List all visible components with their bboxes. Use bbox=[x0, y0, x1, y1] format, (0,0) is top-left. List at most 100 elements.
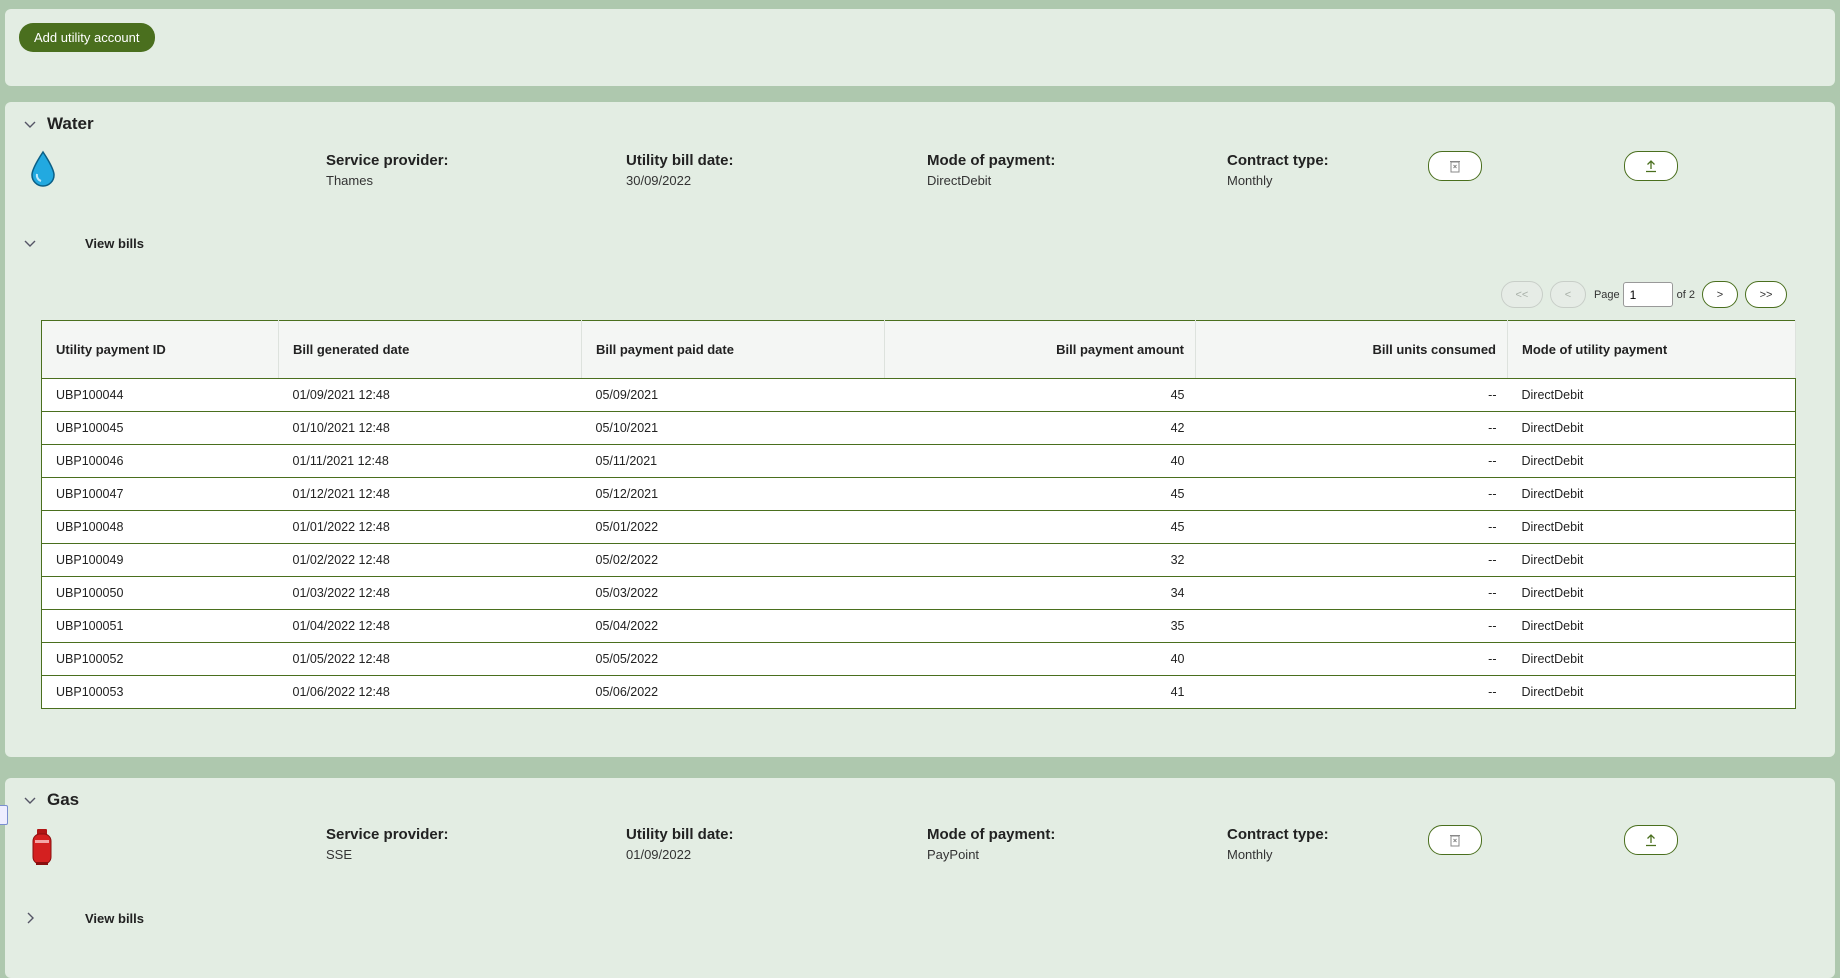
cell-mode-of-utility-payment: DirectDebit bbox=[1521, 685, 1584, 699]
table-row[interactable]: UBP100044 01/09/2021 12:48 05/09/2021 45 -- D… bbox=[41, 378, 1796, 412]
col-mode-of-utility-payment[interactable]: Mode of utility payment bbox=[1507, 320, 1796, 379]
view-bills-label: View bills bbox=[85, 910, 145, 926]
chevron-down-icon[interactable] bbox=[21, 234, 39, 252]
service-provider-value: SSE bbox=[326, 847, 353, 862]
side-panel-handle[interactable] bbox=[0, 805, 8, 825]
water-section-header[interactable]: Water bbox=[21, 114, 94, 134]
water-card: Water Service provider: Thames Utility b… bbox=[5, 102, 1835, 757]
cell-utility-payment-id: UBP100045 bbox=[41, 411, 279, 445]
cell-utility-payment-id: UBP100049 bbox=[41, 543, 279, 577]
chevron-down-icon[interactable] bbox=[21, 115, 39, 133]
table-row[interactable]: UBP100047 01/12/2021 12:48 05/12/2021 45 -- D… bbox=[41, 477, 1796, 511]
upload-bill-button[interactable] bbox=[1624, 151, 1678, 181]
cell-bill-payment-amount: 45 bbox=[884, 378, 1196, 412]
cell-utility-payment-id: UBP100050 bbox=[41, 576, 279, 610]
page-label: Page bbox=[1593, 288, 1620, 301]
cell-bill-generated-date: 01/05/2022 12:48 bbox=[278, 642, 582, 676]
table-row[interactable]: UBP100050 01/03/2022 12:48 05/03/2022 34 -- D… bbox=[41, 576, 1796, 610]
chevron-down-icon[interactable] bbox=[21, 791, 39, 809]
cell-utility-payment-id: UBP100052 bbox=[41, 642, 279, 676]
col-bill-units-consumed[interactable]: Bill units consumed bbox=[1195, 320, 1508, 379]
cell-bill-payment-paid-date: 05/04/2022 bbox=[581, 609, 885, 643]
last-page-button[interactable]: >> bbox=[1745, 281, 1787, 308]
cell-bill-generated-date: 01/09/2021 12:48 bbox=[278, 378, 582, 412]
next-page-button[interactable]: > bbox=[1702, 281, 1738, 308]
upload-icon bbox=[1646, 160, 1656, 173]
cell-bill-payment-paid-date: 05/09/2021 bbox=[581, 378, 885, 412]
first-page-button[interactable]: << bbox=[1500, 281, 1543, 308]
cell-bill-units-consumed: -- bbox=[1195, 576, 1508, 610]
cell-bill-payment-paid-date: 05/01/2022 bbox=[581, 510, 885, 544]
delete-account-button[interactable] bbox=[1428, 151, 1482, 181]
col-bill-payment-paid-date[interactable]: Bill payment paid date bbox=[581, 320, 885, 379]
cell-bill-payment-amount: 42 bbox=[884, 411, 1196, 445]
section-title: Water bbox=[47, 114, 94, 133]
chevron-right-icon[interactable] bbox=[21, 909, 39, 927]
add-utility-account-button[interactable]: Add utility account bbox=[19, 23, 155, 52]
cell-bill-units-consumed: -- bbox=[1195, 411, 1508, 445]
cell-bill-generated-date: 01/02/2022 12:48 bbox=[278, 543, 582, 577]
cell-mode-of-utility-payment: DirectDebit bbox=[1507, 411, 1796, 445]
upload-icon bbox=[1646, 834, 1656, 847]
contract-type-label: Contract type: bbox=[1227, 152, 1329, 169]
cell-bill-payment-paid-date: 05/12/2021 bbox=[581, 477, 885, 511]
view-bills-label: View bills bbox=[85, 235, 145, 251]
cell-bill-payment-paid-date: 05/11/2021 bbox=[581, 444, 885, 478]
mode-of-payment-field: Mode of payment: DirectDebit bbox=[927, 152, 1055, 188]
utility-bill-date-label: Utility bill date: bbox=[626, 826, 734, 843]
cell-bill-units-consumed: -- bbox=[1195, 378, 1508, 412]
table-row[interactable]: UBP100051 01/04/2022 12:48 05/04/2022 35 -- D… bbox=[41, 609, 1796, 643]
service-provider-field: Service provider: Thames bbox=[326, 152, 449, 188]
table-row[interactable]: UBP100049 01/02/2022 12:48 05/02/2022 32 -- D… bbox=[41, 543, 1796, 577]
view-bills-toggle[interactable]: View bills bbox=[21, 909, 144, 927]
mode-of-payment-value: DirectDebit bbox=[927, 173, 992, 188]
utility-bill-date-label: Utility bill date: bbox=[626, 152, 734, 169]
delete-account-button[interactable] bbox=[1428, 825, 1482, 855]
page-total: of 2 bbox=[1676, 288, 1695, 301]
col-bill-payment-amount[interactable]: Bill payment amount bbox=[884, 320, 1196, 379]
mode-of-payment-field: Mode of payment: PayPoint bbox=[927, 826, 1055, 862]
mode-of-payment-label: Mode of payment: bbox=[927, 826, 1056, 843]
gas-cylinder-icon bbox=[32, 829, 52, 865]
utility-bill-date-field: Utility bill date: 30/09/2022 bbox=[626, 152, 734, 188]
delete-icon bbox=[1450, 161, 1460, 173]
cell-bill-generated-date: 01/01/2022 12:48 bbox=[278, 510, 582, 544]
service-provider-field: Service provider: SSE bbox=[326, 826, 449, 862]
cell-utility-payment-id: UBP100044 bbox=[41, 378, 279, 412]
col-bill-generated-date[interactable]: Bill generated date bbox=[278, 320, 582, 379]
cell-bill-units-consumed: -- bbox=[1195, 477, 1508, 511]
cell-bill-units-consumed: -- bbox=[1195, 510, 1508, 544]
pagination: << < Page of 2 > >> bbox=[1494, 281, 1787, 308]
cell-utility-payment-id: UBP100051 bbox=[41, 609, 279, 643]
table-row[interactable]: UBP100046 01/11/2021 12:48 05/11/2021 40 -- D… bbox=[41, 444, 1796, 478]
utility-bill-date-field: Utility bill date: 01/09/2022 bbox=[626, 826, 734, 862]
section-title: Gas bbox=[47, 790, 80, 809]
cell-bill-generated-date: 01/10/2021 12:48 bbox=[278, 411, 582, 445]
gas-card: Gas Service provider: SSE Utility bill d… bbox=[5, 778, 1835, 978]
cell-mode-of-utility-payment: DirectDebit bbox=[1507, 510, 1796, 544]
table-row[interactable]: UBP100048 01/01/2022 12:48 05/01/2022 45 -- D… bbox=[41, 510, 1796, 544]
page-number-input[interactable] bbox=[1622, 282, 1673, 307]
cell-mode-of-utility-payment: DirectDebit bbox=[1507, 642, 1796, 676]
table-row[interactable]: UBP100045 01/10/2021 12:48 05/10/2021 42 -- D… bbox=[41, 411, 1796, 445]
cell-bill-payment-paid-date: 05/03/2022 bbox=[581, 576, 885, 610]
cell-utility-payment-id: UBP100047 bbox=[41, 477, 279, 511]
cell-mode-of-utility-payment: DirectDebit bbox=[1507, 609, 1796, 643]
table-row[interactable]: UBP100053 01/06/2022 12:48 05/06/2022 41 -- D… bbox=[42, 676, 1796, 709]
table-row[interactable]: UBP100052 01/05/2022 12:48 05/05/2022 40 -- D… bbox=[41, 642, 1796, 676]
mode-of-payment-label: Mode of payment: bbox=[927, 152, 1056, 169]
cell-bill-generated-date: 01/03/2022 12:48 bbox=[278, 576, 582, 610]
utility-bill-date-value: 01/09/2022 bbox=[626, 847, 692, 862]
gas-section-header[interactable]: Gas bbox=[21, 790, 79, 810]
cell-mode-of-utility-payment: DirectDebit bbox=[1507, 576, 1796, 610]
col-utility-payment-id[interactable]: Utility payment ID bbox=[41, 320, 279, 379]
view-bills-toggle[interactable]: View bills bbox=[21, 234, 144, 252]
cell-utility-payment-id: UBP100048 bbox=[41, 510, 279, 544]
upload-bill-button[interactable] bbox=[1624, 825, 1678, 855]
prev-page-button[interactable]: < bbox=[1549, 281, 1586, 308]
cell-bill-generated-date: 01/11/2021 12:48 bbox=[278, 444, 582, 478]
cell-bill-payment-amount: 40 bbox=[884, 642, 1196, 676]
cell-utility-payment-id: UBP100046 bbox=[41, 444, 279, 478]
cell-bill-payment-amount: 41 bbox=[1170, 685, 1185, 699]
contract-type-value: Monthly bbox=[1227, 173, 1273, 188]
